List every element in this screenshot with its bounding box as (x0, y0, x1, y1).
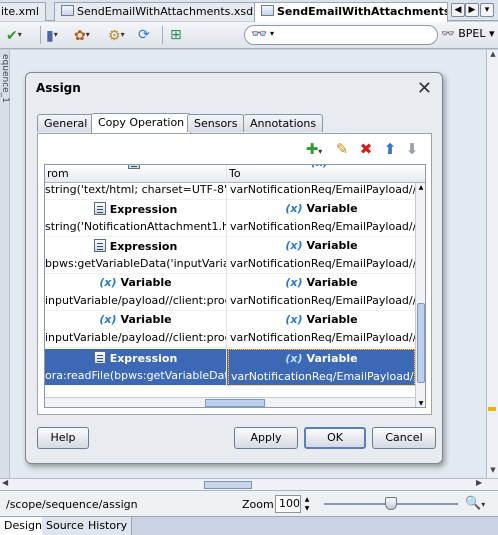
to-cell: (x) Variable varNotificationReq/EmailPayl… (230, 276, 415, 307)
bookmark-icon[interactable]: ▮▾ (46, 25, 58, 45)
variable-icon: (x) (285, 352, 303, 365)
variable-icon: (x) (285, 202, 303, 215)
copy-operation-panel: ✚▾ ✎ ✖ ⬆ ⬇ rom To string('text/html; cha… (37, 133, 432, 415)
scroll-marker (488, 407, 496, 411)
copy-actions: ✚▾ ✎ ✖ ⬆ ⬇ (305, 140, 423, 158)
move-up-icon[interactable]: ⬆ (381, 140, 399, 158)
tab-scroll-left-button[interactable]: ◀ (451, 3, 465, 17)
table-vertical-scrollbar[interactable]: ▲ ▼ (415, 183, 425, 407)
from-cell: string('text/html; charset=UTF-8') (45, 165, 227, 200)
canvas-vertical-scrollbar[interactable]: ▲ ▼ (486, 50, 498, 478)
table-row-selected[interactable]: Expression ora:readFile(bpws:getVariable… (45, 349, 415, 386)
tab-history[interactable]: History (84, 517, 133, 535)
ok-button[interactable]: OK (304, 427, 366, 449)
expression-icon (127, 165, 140, 169)
editor-tab-xsd[interactable]: SendEmailWithAttachments.xsd (54, 2, 261, 21)
editor-tab-bpel[interactable]: SendEmailWithAttachments.bpe (254, 2, 448, 22)
from-cell: Expression bpws:getVariableData('inputVa… (45, 237, 227, 274)
zoom-input[interactable]: 100 (275, 495, 301, 513)
variable-icon: (x) (285, 313, 303, 326)
dialog-title: Assign (36, 81, 81, 95)
editor-tab-composite[interactable]: ite.xml (0, 2, 46, 21)
variable-icon: (x) (311, 165, 328, 169)
chevron-down-icon: ▾ (488, 27, 495, 40)
scroll-right-icon[interactable]: ▶ (476, 478, 482, 487)
palette-icon[interactable]: ✿▾ (74, 25, 90, 45)
scope-path: /scope/sequence/assign (6, 498, 138, 511)
tab-scroll-right-button[interactable]: ▶ (465, 3, 479, 17)
scroll-left-icon[interactable]: ◀ (2, 478, 8, 487)
zoom-fit-icon[interactable]: 🔍▾ (465, 496, 485, 511)
table-row[interactable]: string('text/html; charset=UTF-8') (x) v… (45, 165, 415, 200)
help-button[interactable]: Help (37, 427, 89, 449)
apply-button[interactable]: Apply (234, 427, 298, 449)
layout-icon[interactable]: ⊞ (170, 25, 182, 45)
from-cell: Expression string('NotificationAttachmen… (45, 200, 227, 237)
scroll-up-icon[interactable]: ▲ (416, 184, 425, 191)
to-cell: (x) Variable varNotificationReq/EmailPayl… (228, 349, 415, 386)
table-row[interactable]: (x) Variable inputVariable/payload//clien… (45, 311, 415, 348)
scroll-down-icon[interactable]: ▼ (416, 400, 425, 407)
editor-toolbar: ✔▾ ▮▾ ✿▾ ⚙▾ ⟳ ⊞ 👓 ▾ 👓 BPEL ▾ (0, 22, 498, 49)
bpel-menu[interactable]: 👓 BPEL ▾ (441, 27, 495, 40)
to-cell: (x) Variable varNotificationReq/EmailPayl… (230, 202, 415, 233)
assign-dialog: Assign ✕ General Copy Operation Sensors … (25, 72, 443, 464)
variable-icon: (x) (285, 276, 303, 289)
zoom-label: Zoom: (242, 498, 278, 511)
scroll-thumb[interactable] (205, 399, 265, 407)
variable-icon: (x) (285, 239, 303, 252)
scroll-up-icon[interactable]: ▲ (488, 50, 498, 62)
copy-rules-table: rom To string('text/html; charset=UTF-8'… (44, 164, 426, 408)
tab-general[interactable]: General (37, 114, 95, 132)
expression-icon (93, 202, 106, 215)
add-icon[interactable]: ✚▾ (305, 140, 323, 158)
canvas-horizontal-scrollbar[interactable]: ◀ ▶ (0, 478, 498, 490)
tab-source[interactable]: Source (42, 517, 89, 535)
move-down-icon[interactable]: ⬇ (403, 140, 421, 158)
edit-icon[interactable]: ✎ (333, 140, 351, 158)
vertical-ruler: equence_1 (0, 50, 10, 478)
delete-icon[interactable]: ✖ (357, 140, 375, 158)
to-cell: (x) varNotificationReq/EmailPayload//E..… (228, 165, 415, 200)
scroll-down-icon[interactable]: ▼ (488, 466, 498, 478)
from-cell: (x) Variable inputVariable/payload//clien… (45, 274, 227, 311)
deploy-icon[interactable]: ⚙▾ (108, 25, 125, 45)
cancel-button[interactable]: Cancel (372, 427, 436, 449)
expression-icon (93, 239, 106, 252)
close-icon[interactable]: ✕ (417, 78, 432, 99)
table-row[interactable]: (x) Variable inputVariable/payload//clien… (45, 274, 415, 311)
variable-icon: (x) (99, 276, 117, 289)
zoom-slider-handle[interactable] (385, 497, 397, 510)
glasses-icon: 👓 (441, 27, 455, 40)
xsd-file-icon (61, 5, 74, 16)
bottom-editor-tabs: Design Source History (0, 516, 498, 535)
editor-tab-bar: ite.xml SendEmailWithAttachments.xsd Sen… (0, 0, 498, 22)
tab-annotations[interactable]: Annotations (243, 114, 324, 132)
bpel-file-icon (261, 5, 274, 16)
expression-icon (93, 351, 106, 364)
tab-list-button[interactable]: ▾ (480, 3, 494, 17)
refresh-icon[interactable]: ⟳ (138, 25, 150, 45)
zoom-slider[interactable] (324, 497, 458, 510)
validate-icon[interactable]: ✔▾ (6, 25, 22, 45)
table-row[interactable]: Expression string('NotificationAttachmen… (45, 200, 415, 237)
variable-icon: (x) (99, 313, 117, 326)
chevron-down-icon: ▾ (270, 29, 275, 38)
tab-sensors[interactable]: Sensors (187, 114, 245, 132)
to-cell: (x) Variable varNotificationReq/EmailPayl… (230, 239, 415, 270)
tab-design[interactable]: Design (0, 517, 47, 535)
scroll-thumb[interactable] (204, 481, 252, 489)
zoom-stepper[interactable]: ▲ ▼ (302, 495, 312, 513)
table-row[interactable]: Expression bpws:getVariableData('inputVa… (45, 237, 415, 274)
scroll-thumb[interactable] (417, 303, 425, 383)
from-cell: Expression ora:readFile(bpws:getVariable… (45, 349, 227, 386)
tab-copy-operation[interactable]: Copy Operation (91, 113, 192, 133)
to-cell: (x) Variable varNotificationReq/EmailPayl… (230, 313, 415, 344)
binoculars-icon: 👓 (251, 27, 268, 42)
find-field[interactable]: 👓 ▾ (244, 25, 438, 45)
from-cell: (x) Variable inputVariable/payload//clien… (45, 311, 227, 348)
status-bar: /scope/sequence/assign Zoom: 100 ▲ ▼ 🔍▾ (0, 490, 498, 516)
table-horizontal-scrollbar[interactable] (45, 397, 415, 407)
